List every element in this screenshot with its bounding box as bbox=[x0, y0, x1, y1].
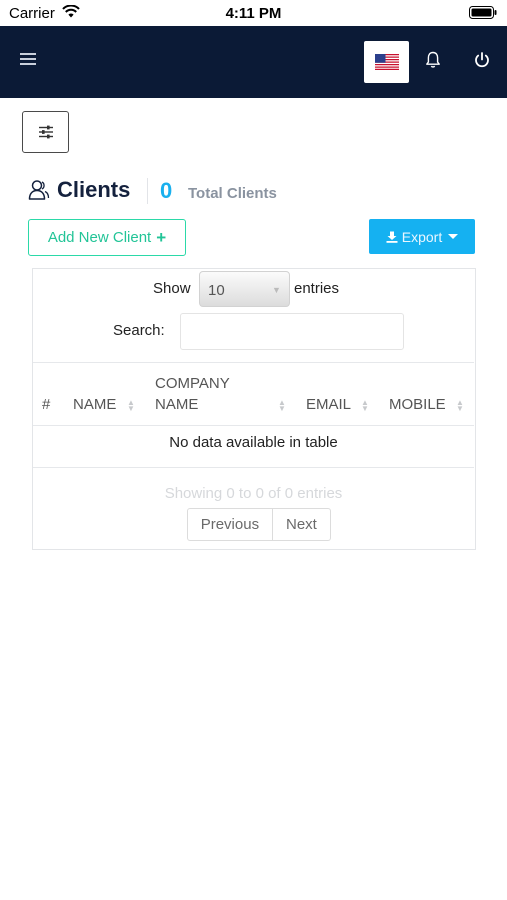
sort-icon: ▲ ▼ bbox=[456, 398, 464, 413]
sliders-icon bbox=[38, 125, 53, 139]
column-header-email[interactable]: EMAIL bbox=[306, 394, 351, 415]
header-bottom-divider bbox=[33, 425, 474, 426]
clients-table-panel: Show 10 ▼ entries Search: # NAME ▲ ▼ COMP… bbox=[32, 268, 476, 550]
download-icon bbox=[386, 231, 398, 243]
sort-icon: ▲ ▼ bbox=[127, 398, 135, 413]
header-top-divider bbox=[33, 362, 474, 363]
table-info-text: Showing 0 to 0 of 0 entries bbox=[164, 485, 343, 502]
add-new-client-button[interactable]: Add New Client + bbox=[28, 219, 186, 256]
empty-table-message: No data available in table bbox=[169, 434, 338, 451]
entries-label: entries bbox=[294, 280, 340, 297]
menu-icon[interactable] bbox=[20, 53, 36, 67]
users-icon bbox=[28, 179, 50, 206]
clock-time: 4:11 PM bbox=[225, 5, 282, 22]
entries-per-page-select[interactable]: 10 ▼ bbox=[199, 271, 290, 307]
previous-page-button[interactable]: Previous bbox=[188, 509, 273, 540]
plus-icon: + bbox=[156, 227, 167, 247]
search-input[interactable] bbox=[180, 313, 404, 350]
sort-icon: ▲ ▼ bbox=[361, 398, 369, 413]
entries-per-page-value: 10 bbox=[208, 282, 225, 299]
status-bar: Carrier 4:11 PM bbox=[0, 0, 507, 26]
pagination: Previous Next bbox=[187, 508, 331, 541]
notification-bell-icon[interactable] bbox=[425, 51, 441, 74]
table-bottom-divider bbox=[33, 467, 474, 468]
sort-icon: ▲ ▼ bbox=[278, 398, 286, 413]
us-flag-icon bbox=[374, 54, 399, 70]
top-navbar bbox=[0, 26, 507, 98]
title-divider bbox=[147, 178, 148, 204]
show-label: Show bbox=[153, 280, 191, 297]
column-header-name[interactable]: NAME bbox=[73, 394, 116, 415]
chevron-down-icon: ▼ bbox=[272, 285, 281, 295]
page-title: Clients bbox=[57, 177, 131, 202]
caret-down-icon bbox=[448, 234, 459, 239]
column-header-company[interactable]: COMPANY bbox=[155, 373, 230, 394]
battery-icon bbox=[469, 6, 497, 24]
export-label: Export bbox=[401, 228, 443, 245]
column-header-mobile[interactable]: MOBILE bbox=[389, 394, 446, 415]
column-header-number[interactable]: # bbox=[42, 394, 50, 415]
search-label: Search: bbox=[113, 322, 165, 339]
power-logout-icon[interactable] bbox=[473, 51, 491, 74]
add-new-client-label: Add New Client bbox=[47, 229, 152, 246]
export-dropdown-button[interactable]: Export bbox=[369, 219, 475, 254]
language-flag-button[interactable] bbox=[364, 41, 409, 83]
total-clients-label: Total Clients bbox=[188, 185, 277, 202]
filter-toggle-button[interactable] bbox=[22, 111, 69, 153]
total-clients-count: 0 bbox=[160, 178, 173, 203]
next-page-button[interactable]: Next bbox=[273, 509, 330, 540]
column-header-company-name[interactable]: NAME bbox=[155, 394, 198, 415]
